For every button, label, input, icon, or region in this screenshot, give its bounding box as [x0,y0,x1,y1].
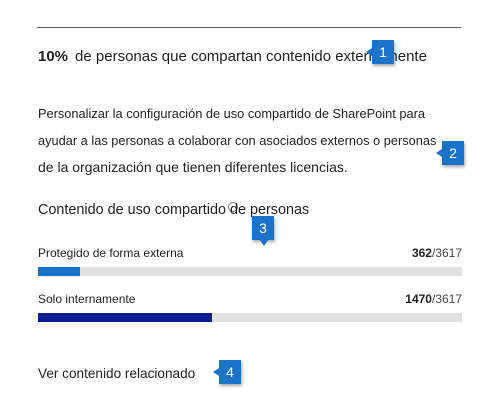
metric-label: Solo internamente [38,292,136,306]
metric-value: 1470/3617 [405,292,462,306]
callout-badge-3: 3 [252,216,274,246]
progress-track [38,313,462,322]
metric-total: /3617 [431,292,462,306]
metric-count: 362 [411,246,432,260]
view-related-content-link[interactable]: Ver contenido relacionado [38,366,195,381]
metric-total: /3617 [431,246,462,260]
progress-fill [38,313,212,322]
callout-badge-2: 2 [436,141,464,165]
description: Personalizar la configuración de uso com… [38,100,478,181]
description-line-3: de la organización que tienen diferentes… [38,159,348,175]
progress-fill [38,267,81,276]
progress-track [38,267,462,276]
metric-count: 1470 [405,292,432,306]
description-line-1: Personalizar la configuración de uso com… [38,106,425,121]
metric-internal: Solo internamente 1470/3617 [38,292,462,322]
metric-external: Protegido de forma externa 362/3617 [38,246,462,276]
callout-badge-1: 1 [366,40,394,64]
description-line-2: ayudar a las personas a colaborar con as… [38,133,437,148]
headline-percent: 10% [38,48,69,65]
metric-label: Protegido de forma externa [38,246,184,260]
callout-badge-4: 4 [213,360,241,384]
top-divider [37,27,461,28]
metric-value: 362/3617 [412,246,462,260]
